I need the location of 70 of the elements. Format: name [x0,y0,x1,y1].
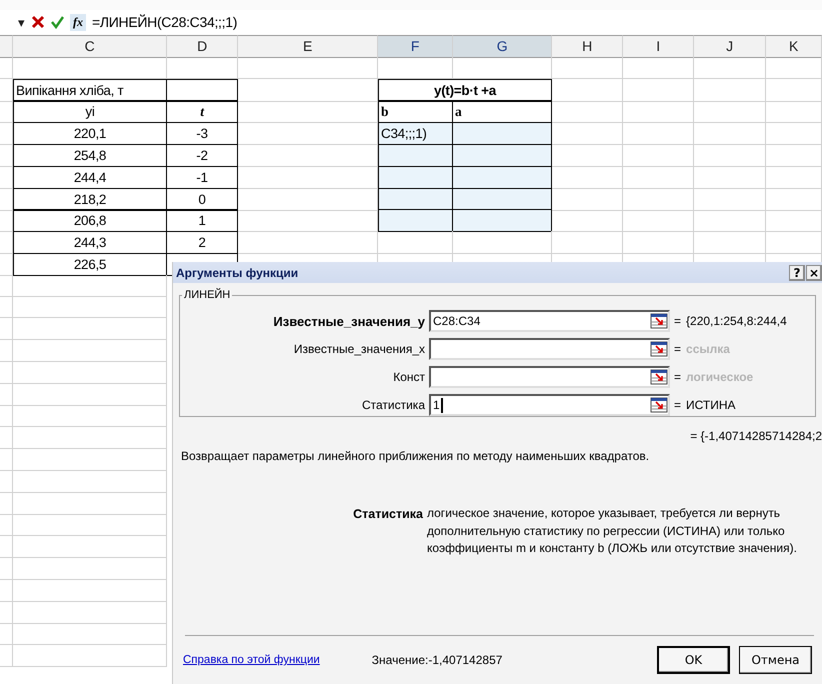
collapse-dialog-icon[interactable] [650,369,668,385]
argument-result: ссылка [686,342,730,356]
grid-cell[interactable]: 0 [167,188,238,211]
column-header[interactable]: D [167,35,238,58]
function-name: ЛИНЕЙН [183,289,232,301]
value-text: Значение:-1,407142857 [372,653,502,667]
grid-cell[interactable]: 244,4 [13,166,167,189]
column-header[interactable]: C [13,35,167,58]
column-header[interactable]: I [623,35,694,58]
check-icon[interactable] [51,15,64,29]
formula-result: = {-1,40714285714284;2 [690,429,822,443]
formula-text[interactable]: =ЛИНЕЙН(C28:C34;;;1) [92,14,238,30]
argument-field[interactable]: 1 [429,394,670,416]
grid-cell[interactable] [453,166,552,189]
grid-cell[interactable]: y(t)=b·t +a [378,78,552,102]
column-header[interactable]: E [238,35,378,58]
argument-name: Статистика [352,507,423,523]
grid-cell[interactable]: yi [13,100,167,124]
grid-cell[interactable] [378,144,453,167]
equals-sign: = [674,370,682,384]
ok-button[interactable]: OK [657,646,730,674]
grid-cell[interactable] [453,144,552,167]
grid-cell[interactable]: 226,5 [13,252,167,276]
column-header[interactable]: K [766,35,822,58]
column-header[interactable]: G [453,35,552,58]
dropdown-caret[interactable]: ▾ [18,14,25,30]
grid-cell[interactable]: 218,2 [13,188,167,211]
equals-sign: = [674,398,682,412]
function-description: Возвращает параметры линейного приближения по методу наименьших квадратов. [181,449,650,463]
argument-field[interactable] [429,366,670,388]
argument-description: логическое значение, которое указывает, требуется ли вернуть дополнительную статистику по регрессии (ИСТИНА) или только коэффициенты m и константу b (ЛОЖЬ или отсутствие значения). [427,505,798,557]
column-header[interactable]: J [694,35,766,58]
argument-field[interactable] [429,338,670,360]
collapse-dialog-icon[interactable] [650,341,668,357]
argument-label: Статистика [360,398,425,412]
grid-cell[interactable] [378,166,453,189]
close-button[interactable]: × [806,264,822,280]
grid-cell[interactable] [378,209,453,232]
argument-result: {220,1:254,8:244,4 [686,314,787,328]
help-button[interactable]: ? [789,264,805,280]
insert-function-button[interactable]: fx [70,14,86,30]
argument-result: логическое [686,370,754,384]
collapse-dialog-icon[interactable] [650,397,668,413]
grid-cell[interactable] [167,78,238,102]
dialog-title: Аргументы функции [176,266,298,280]
help-link[interactable]: Справка по этой функции [183,654,320,666]
grid-cell[interactable]: 220,1 [13,122,167,146]
argument-field[interactable]: C28:C34 [429,310,670,332]
equals-sign: = [674,342,682,356]
column-header[interactable]: F [378,35,453,58]
grid-cell[interactable]: 254,8 [13,144,167,167]
grid-cell[interactable]: 1 [167,209,238,232]
cancel-icon[interactable] [31,15,45,29]
grid-cell[interactable]: t [167,100,238,124]
column-header[interactable]: H [552,35,623,58]
argument-label: Конст [392,370,425,384]
grid-cell[interactable]: 206,8 [13,209,167,232]
grid-cell[interactable]: C34;;;1) [378,122,453,146]
argument-label: Известные_значения_x [292,342,425,356]
argument-result: ИСТИНА [686,398,736,412]
grid-cell[interactable] [453,209,552,232]
grid-cell[interactable]: 244,3 [13,231,167,254]
equals-sign: = [674,314,682,328]
grid-cell[interactable] [453,188,552,211]
collapse-dialog-icon[interactable] [650,313,668,329]
grid-cell[interactable] [453,122,552,146]
argument-label: Известные_значения_y [272,314,425,328]
grid-cell[interactable] [378,188,453,211]
grid-cell[interactable]: Випікання хліба, т [13,78,167,102]
cancel-button[interactable]: Отмена [739,646,812,674]
